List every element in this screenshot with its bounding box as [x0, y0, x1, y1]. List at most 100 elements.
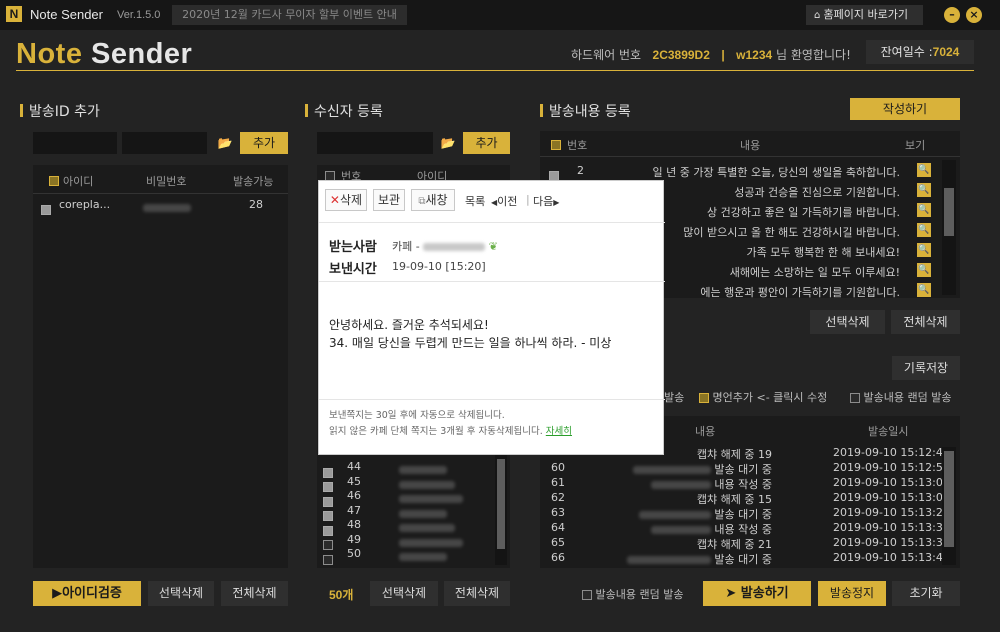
- log-scroll-thumb[interactable]: [944, 451, 954, 547]
- x-icon: ✕: [329, 193, 340, 207]
- username: w1234: [736, 48, 773, 62]
- magnifier-icon[interactable]: 🔍: [917, 223, 931, 237]
- magnifier-icon[interactable]: 🔍: [917, 243, 931, 257]
- content-select-all-checkbox[interactable]: [551, 140, 561, 150]
- table-row[interactable]: 2일 년 중 가장 특별한 오늘, 당신의 생일을 축하합니다. 🔍: [540, 162, 940, 181]
- to-value: 카페 - ❦: [392, 240, 498, 253]
- popup-delete-button[interactable]: ✕삭제: [325, 189, 367, 211]
- table-row[interactable]: 47: [317, 504, 492, 521]
- write-button[interactable]: 작성하기: [850, 98, 960, 120]
- row-checkbox[interactable]: [323, 554, 333, 565]
- minimize-button[interactable]: –: [944, 7, 960, 23]
- table-row[interactable]: 49: [317, 533, 492, 550]
- popup-prev-link[interactable]: ◀이전: [491, 193, 517, 209]
- recipient-folder-icon[interactable]: 📂: [437, 132, 459, 154]
- table-row[interactable]: 45: [317, 475, 492, 492]
- recipient-scrollbar[interactable]: [495, 455, 507, 565]
- folder-icon[interactable]: 📂: [214, 132, 236, 154]
- table-row[interactable]: 44: [317, 460, 492, 478]
- send-option-label: 발송: [664, 391, 685, 404]
- magnifier-icon[interactable]: 🔍: [917, 183, 931, 197]
- log-scrollbar[interactable]: [942, 447, 956, 565]
- id-table-header: 아이디 비밀번호 발송가능: [33, 173, 288, 188]
- popup-new-window-button[interactable]: ⧉새창: [411, 189, 455, 211]
- row-checkbox[interactable]: [41, 204, 51, 215]
- hardware-info: 하드웨어 번호 2C3899D2 | w1234 님 환영합니다!: [571, 48, 851, 62]
- popup-nav-sep: |: [526, 193, 530, 206]
- table-row[interactable]: 48: [317, 518, 492, 536]
- quote-add-checkbox[interactable]: [699, 393, 709, 403]
- magnifier-icon[interactable]: 🔍: [917, 203, 931, 217]
- to-label: 받는사람: [329, 240, 377, 255]
- verify-id-button[interactable]: ▶아이디검증: [33, 581, 141, 606]
- bottom-random-option[interactable]: 발송내용 랜덤 발송: [582, 586, 683, 602]
- recipient-delete-selected-button[interactable]: 선택삭제: [370, 581, 438, 606]
- recipient-scroll-thumb[interactable]: [497, 459, 505, 549]
- popup-list-link[interactable]: 목록: [465, 193, 485, 209]
- table-row[interactable]: 46: [317, 489, 492, 507]
- content-header-divider: [540, 156, 960, 157]
- save-log-button[interactable]: 기록저장: [892, 356, 960, 380]
- masked-id: [399, 524, 455, 532]
- brand-logo: Note Sender: [16, 38, 193, 70]
- quote-add-option[interactable]: 명언추가 <- 클릭시 수정: [699, 389, 827, 405]
- detail-link[interactable]: 자세히: [546, 426, 572, 437]
- id-delete-selected-button[interactable]: 선택삭제: [148, 581, 214, 606]
- recipient-delete-all-button[interactable]: 전체삭제: [444, 581, 510, 606]
- remaining-days: 잔여일수 :7024: [866, 40, 974, 64]
- recipient-count: 50개: [329, 588, 354, 602]
- content-delete-all-button[interactable]: 전체삭제: [891, 310, 960, 334]
- stop-button[interactable]: 발송정지: [818, 581, 886, 606]
- send-plane-icon: ➤: [725, 586, 741, 601]
- id-panel-title: 발송ID 추가: [20, 101, 100, 121]
- masked-id: [650, 526, 711, 534]
- list-item: 65 캡챠 해제 중 21 2019-09-10 15:13:38: [551, 536, 950, 551]
- content-random-checkbox[interactable]: [850, 393, 860, 403]
- recipient-input[interactable]: [317, 132, 433, 154]
- id-input[interactable]: [33, 132, 117, 154]
- masked-id: [399, 553, 447, 561]
- masked-id: [399, 509, 447, 518]
- content-scrollbar[interactable]: [942, 160, 956, 295]
- recipient-add-button[interactable]: 추가: [463, 132, 510, 154]
- list-item: 63 발송 대기 중 2019-09-10 15:13:24: [551, 506, 950, 521]
- id-select-all-checkbox[interactable]: [49, 176, 59, 186]
- masked-id: [399, 480, 455, 489]
- event-notice[interactable]: 2020년 12월 카드사 무이자 할부 이벤트 안내: [172, 5, 407, 25]
- magnifier-icon[interactable]: 🔍: [917, 263, 931, 277]
- id-add-button[interactable]: 추가: [240, 132, 288, 154]
- message-body: 안녕하세요. 즐거운 추석되세요! 34. 매일 당신을 두렵게 만드는 일을 …: [329, 318, 612, 350]
- magnifier-icon[interactable]: 🔍: [917, 163, 931, 177]
- masked-recipient: [423, 243, 486, 251]
- app-window: N Note Sender Ver.1.5.0 2020년 12월 카드사 무이…: [0, 0, 1000, 632]
- row-checkbox[interactable]: [549, 170, 559, 181]
- chevron-right-icon: ▶: [553, 198, 560, 207]
- masked-id: [399, 495, 463, 503]
- magnifier-icon[interactable]: 🔍: [917, 283, 931, 297]
- password-input[interactable]: [122, 132, 207, 154]
- message-popup: ✕삭제 보관 ⧉새창 목록 ◀이전 | 다음▶ 받는사람 카페 - ❦ 보낸시간…: [318, 180, 665, 455]
- popup-next-link[interactable]: 다음▶: [533, 193, 559, 209]
- homepage-button[interactable]: ⌂ 홈페이지 바로가기: [806, 5, 923, 25]
- id-delete-all-button[interactable]: 전체삭제: [221, 581, 288, 606]
- hardware-id: 2C3899D2: [652, 48, 710, 62]
- masked-id: [399, 466, 447, 474]
- content-random-option[interactable]: 발송내용 랜덤 발송: [850, 389, 951, 405]
- bottom-random-checkbox[interactable]: [582, 590, 592, 600]
- list-item: 62 캡챠 해제 중 15 2019-09-10 15:13:08: [551, 491, 950, 506]
- sent-label: 보낸시간: [329, 262, 377, 277]
- table-row[interactable]: 50: [317, 547, 492, 565]
- masked-id: [650, 481, 711, 489]
- id-header-divider: [33, 193, 288, 194]
- homepage-label: 홈페이지 바로가기: [823, 8, 908, 21]
- reset-button[interactable]: 초기화: [892, 581, 960, 606]
- content-table-header: 번호 내용 보기: [540, 137, 960, 152]
- recipient-panel-title: 수신자 등록: [305, 101, 383, 121]
- popup-keep-button[interactable]: 보관: [373, 189, 405, 211]
- content-scroll-thumb[interactable]: [944, 188, 954, 236]
- leaf-icon: ❦: [488, 240, 498, 253]
- send-button[interactable]: ➤ 발송하기: [703, 581, 811, 606]
- table-row[interactable]: corepla... 28: [33, 196, 288, 215]
- close-button[interactable]: ×: [966, 7, 982, 23]
- content-delete-selected-button[interactable]: 선택삭제: [810, 310, 885, 334]
